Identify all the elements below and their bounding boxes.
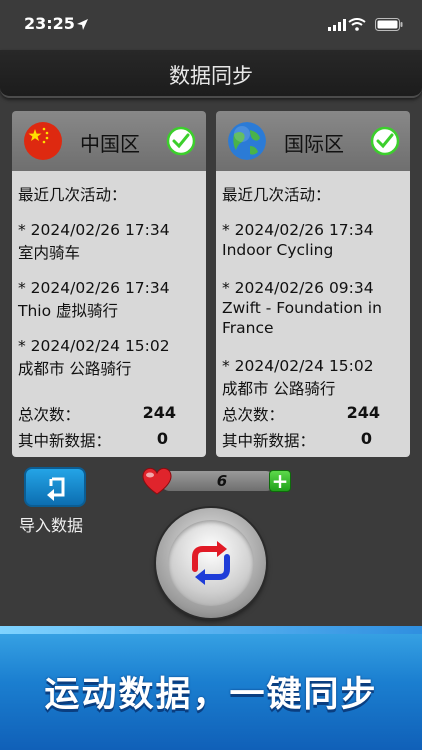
check-circle-icon	[166, 126, 196, 160]
activity-name: 室内骑车	[18, 244, 81, 262]
new-data-value: 0	[360, 429, 372, 448]
recent-activities-label: 最近几次活动：	[222, 186, 331, 204]
activity-datetime: * 2024/02/26 17:34	[18, 279, 170, 297]
sync-button-face	[168, 520, 254, 606]
total-value: 244	[346, 403, 380, 422]
recent-activities-label: 最近几次活动：	[18, 186, 127, 204]
check-circle-icon	[370, 126, 400, 160]
panel-header: 中国区	[12, 111, 206, 171]
panel-body: 最近几次活动： * 2024/02/26 17:34 室内骑车 * 2024/0…	[12, 171, 206, 457]
sync-button[interactable]	[156, 508, 266, 618]
activity-datetime: * 2024/02/24 15:02	[18, 337, 170, 355]
panel-body: 最近几次活动： * 2024/02/26 17:34 Indoor Cyclin…	[216, 171, 410, 457]
activity-datetime: * 2024/02/26 17:34	[18, 221, 170, 239]
activity-datetime: * 2024/02/26 17:34	[222, 221, 374, 239]
activity-name: Thio 虚拟骑行	[18, 302, 119, 320]
import-arrow-icon	[47, 477, 65, 501]
activity-name: Zwift - Foundation in	[222, 299, 382, 317]
page-title: 数据同步	[169, 64, 253, 88]
import-data-button[interactable]	[24, 467, 86, 507]
import-data-label[interactable]: 导入数据	[19, 512, 83, 536]
total-label: 总次数：	[222, 406, 285, 424]
status-bar: 23:25	[0, 0, 422, 50]
sync-arrows-icon	[192, 541, 230, 585]
signal-icon	[328, 16, 346, 35]
globe-icon	[228, 122, 266, 160]
promo-banner: 运动数据，一键同步	[0, 626, 422, 750]
panel-header: 国际区	[216, 111, 410, 171]
location-arrow-icon	[76, 16, 89, 35]
battery-icon	[375, 16, 403, 35]
china-flag-icon	[24, 122, 62, 160]
wifi-icon	[348, 16, 366, 35]
region-title: 国际区	[284, 132, 344, 156]
activity-name: 成都市 公路骑行	[18, 360, 132, 378]
region-title: 中国区	[80, 132, 140, 156]
nav-header: 数据同步	[0, 50, 422, 98]
hearts-count: 6	[216, 472, 228, 490]
heart-icon	[140, 466, 174, 500]
banner-text: 运动数据，一键同步	[44, 675, 378, 715]
panel-china: 中国区 最近几次活动： * 2024/02/26 17:34 室内骑车 * 20…	[12, 111, 206, 457]
activity-name: 成都市 公路骑行	[222, 380, 336, 398]
banner-stripe	[0, 626, 422, 634]
new-data-value: 0	[156, 429, 168, 448]
activity-name-continued: France	[222, 319, 274, 337]
new-data-label: 其中新数据：	[18, 432, 112, 450]
activity-datetime: * 2024/02/24 15:02	[222, 357, 374, 375]
panel-international: 国际区 最近几次活动： * 2024/02/26 17:34 Indoor Cy…	[216, 111, 410, 457]
status-time: 23:25	[24, 14, 75, 33]
total-label: 总次数：	[18, 406, 81, 424]
add-hearts-button[interactable]: +	[269, 470, 291, 492]
new-data-label: 其中新数据：	[222, 432, 316, 450]
activity-datetime: * 2024/02/26 09:34	[222, 279, 374, 297]
total-value: 244	[142, 403, 176, 422]
activity-name: Indoor Cycling	[222, 241, 334, 259]
